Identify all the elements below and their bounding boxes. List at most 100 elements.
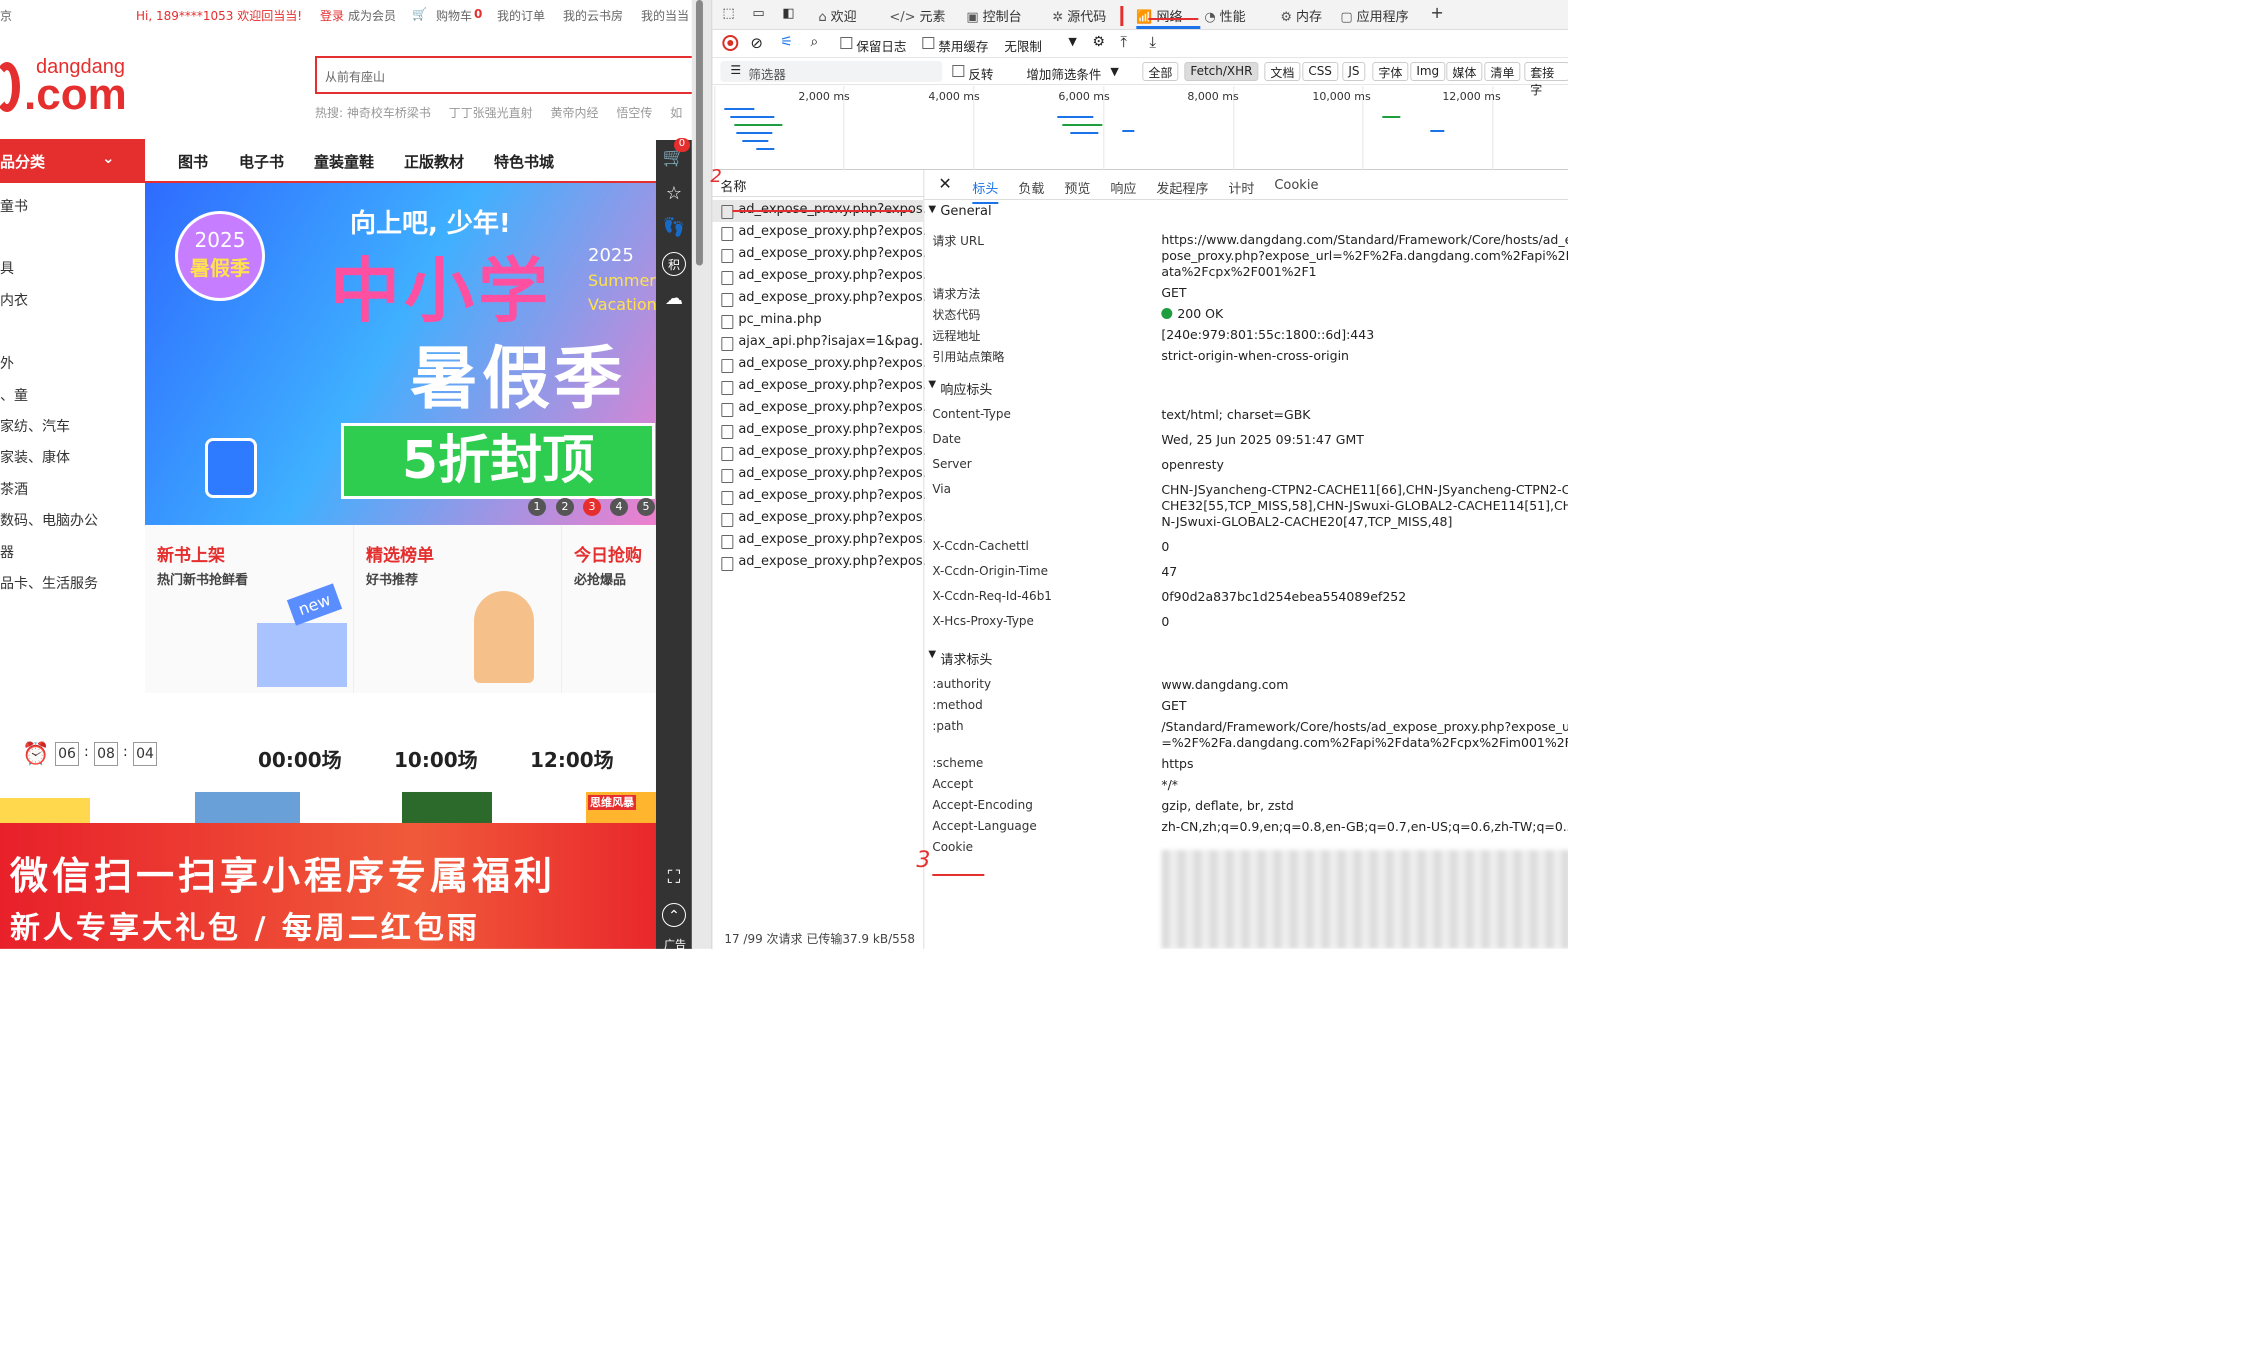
request-row[interactable]: ad_expose_proxy.php?expos... xyxy=(712,244,924,266)
tab-initiator[interactable]: 发起程序 xyxy=(1156,178,1208,197)
hot-word[interactable]: 如 xyxy=(670,106,682,120)
filter-type-img[interactable]: Img xyxy=(1410,61,1446,81)
hot-word[interactable]: 悟空传 xyxy=(616,106,652,120)
filter-type-media[interactable]: 媒体 xyxy=(1446,61,1483,81)
request-headers-section-toggle[interactable]: ▼ 请求标头 xyxy=(924,647,1568,669)
request-row[interactable]: pc_mina.php xyxy=(712,310,924,332)
nav-books[interactable]: 图书 xyxy=(178,151,208,172)
more-filters-button[interactable]: 增加筛选条件 xyxy=(1026,64,1101,83)
request-row[interactable]: ad_expose_proxy.php?expos... xyxy=(712,288,924,310)
pane-divider[interactable] xyxy=(691,0,712,949)
category-item[interactable]: 童书 xyxy=(0,196,28,216)
category-item[interactable]: 家纺、汽车 xyxy=(0,416,70,436)
request-row[interactable]: ad_expose_proxy.php?expos... xyxy=(712,398,924,420)
request-row[interactable]: ad_expose_proxy.php?expos... xyxy=(712,530,924,552)
nav-textbooks[interactable]: 正版教材 xyxy=(404,151,464,172)
category-item[interactable]: 具 xyxy=(0,258,14,278)
name-column-header[interactable]: 名称 xyxy=(712,170,925,197)
footprint-icon[interactable]: 👣 xyxy=(662,216,686,240)
tab-performance[interactable]: ◔ 性能 xyxy=(1204,6,1245,25)
invert-checkbox[interactable] xyxy=(952,64,965,77)
clear-icon[interactable]: ⊘ xyxy=(750,34,763,52)
filter-input[interactable]: ☰ 筛选器 xyxy=(720,60,943,82)
carousel-dot[interactable]: 5 xyxy=(636,497,655,516)
cart-link[interactable]: 购物车 xyxy=(436,7,472,24)
category-item[interactable]: 品卡、生活服务 xyxy=(0,573,98,593)
request-row[interactable]: ajax_api.php?isajax=1&pag... xyxy=(712,332,924,354)
carousel-dot[interactable]: 2 xyxy=(555,497,574,516)
hot-word[interactable]: 黄帝内经 xyxy=(551,106,599,120)
chevron-down-icon[interactable]: ▼ xyxy=(1068,35,1076,48)
star-icon[interactable]: ☆ xyxy=(662,182,686,206)
hot-word[interactable]: 热搜: 神奇校车桥梁书 xyxy=(315,106,431,120)
add-tab-icon[interactable]: + xyxy=(1430,3,1443,22)
tab-sources[interactable]: ✲ 源代码 xyxy=(1052,6,1106,25)
import-har-icon[interactable]: ⤒ xyxy=(1120,33,1127,51)
device-toolbar-icon[interactable]: ▭ xyxy=(752,6,764,21)
hot-word[interactable]: 丁丁张强光直射 xyxy=(449,106,533,120)
category-item[interactable]: 茶酒 xyxy=(0,479,28,499)
network-timeline[interactable]: 2,000 ms 4,000 ms 6,000 ms 8,000 ms 10,0… xyxy=(712,85,1568,170)
service-icon[interactable]: ☁ xyxy=(662,287,686,311)
tab-preview[interactable]: 预览 xyxy=(1064,178,1090,197)
throttle-select[interactable]: 无限制 xyxy=(1004,36,1042,55)
disable-cache-checkbox[interactable] xyxy=(922,36,935,49)
response-headers-section-toggle[interactable]: ▼ 响应标头 xyxy=(924,377,1568,399)
nav-ebooks[interactable]: 电子书 xyxy=(239,151,284,172)
network-conditions-icon[interactable]: ⚙ xyxy=(1092,34,1105,50)
record-icon[interactable] xyxy=(722,34,739,51)
cart-icon[interactable]: 🛒 xyxy=(412,7,427,21)
category-item[interactable]: 家装、康体 xyxy=(0,447,70,467)
carousel-dot[interactable]: 4 xyxy=(609,497,628,516)
tab-headers[interactable]: 标头 xyxy=(972,178,999,204)
category-menu-header[interactable]: 品分类 ⌄ xyxy=(0,138,145,183)
carousel-dot[interactable]: 1 xyxy=(527,497,546,516)
tab-cookies[interactable]: Cookie xyxy=(1274,178,1318,193)
location-selector[interactable]: 京 xyxy=(0,7,12,24)
member-link[interactable]: 成为会员 xyxy=(348,7,396,24)
sale-slot[interactable]: 12:00场 xyxy=(530,744,614,773)
tab-application[interactable]: ▢ 应用程序 xyxy=(1340,6,1408,25)
scan-icon[interactable]: ⛶ xyxy=(662,866,686,890)
request-row[interactable]: ad_expose_proxy.php?expos... xyxy=(712,508,924,530)
wechat-miniprogram-banner[interactable]: 微信扫一扫享小程序专属福利 新人专享大礼包 / 每周二红包雨 xyxy=(0,822,692,949)
export-har-icon[interactable]: ⤓ xyxy=(1149,33,1156,51)
filter-type-ws[interactable]: 套接字 xyxy=(1524,61,1568,97)
sale-slot[interactable]: 10:00场 xyxy=(394,744,478,773)
promo-rankings[interactable]: 精选榜单 好书推荐 xyxy=(353,524,562,693)
nav-featured[interactable]: 特色书城 xyxy=(494,151,554,172)
filter-type-all[interactable]: 全部 xyxy=(1142,61,1179,81)
sale-slot[interactable]: 00:00场 xyxy=(258,744,342,773)
request-row[interactable]: ad_expose_proxy.php?expos... xyxy=(712,222,924,244)
category-item[interactable]: 器 xyxy=(0,542,14,562)
general-section-toggle[interactable]: ▼ General xyxy=(924,202,1568,224)
inspect-icon[interactable]: ⬚ xyxy=(722,6,734,21)
dangdang-logo[interactable]: dangdang .com xyxy=(0,50,144,120)
request-row[interactable]: ad_expose_proxy.php?expos... xyxy=(712,464,924,486)
request-row[interactable]: ad_expose_proxy.php?expos... xyxy=(712,266,924,288)
chevron-down-icon[interactable]: ▼ xyxy=(1110,65,1118,78)
filter-type-manifest[interactable]: 清单 xyxy=(1484,61,1521,81)
cloud-bookroom-link[interactable]: 我的云书房 xyxy=(563,7,623,24)
orders-link[interactable]: 我的订单 xyxy=(497,7,545,24)
tab-memory[interactable]: ⚙ 内存 xyxy=(1280,6,1322,25)
request-row[interactable]: ad_expose_proxy.php?expos... xyxy=(712,442,924,464)
carousel-dot-active[interactable]: 3 xyxy=(582,497,601,516)
promo-new-books[interactable]: 新书上架 热门新书抢鲜看 new xyxy=(144,524,354,693)
tab-timing[interactable]: 计时 xyxy=(1228,178,1254,197)
tab-network[interactable]: 📶网络 xyxy=(1136,6,1182,25)
filter-type-js[interactable]: JS xyxy=(1342,61,1366,81)
preserve-log-checkbox[interactable] xyxy=(840,36,853,49)
request-row[interactable]: ad_expose_proxy.php?expos... xyxy=(712,486,924,508)
filter-type-doc[interactable]: 文档 xyxy=(1264,61,1301,81)
close-icon[interactable]: ✕ xyxy=(938,174,951,193)
category-item[interactable]: 、童 xyxy=(0,385,28,405)
login-link[interactable]: 登录 xyxy=(320,7,344,24)
category-item[interactable]: 内衣 xyxy=(0,290,28,310)
points-icon[interactable]: 积 xyxy=(661,251,686,276)
filter-type-font[interactable]: 字体 xyxy=(1372,61,1409,81)
search-icon[interactable]: ⌕ xyxy=(810,34,818,50)
request-row[interactable]: ad_expose_proxy.php?expos... xyxy=(712,376,924,398)
back-to-top-icon[interactable]: ⌃ xyxy=(661,902,686,927)
tab-welcome[interactable]: ⌂ 欢迎 xyxy=(818,6,856,25)
